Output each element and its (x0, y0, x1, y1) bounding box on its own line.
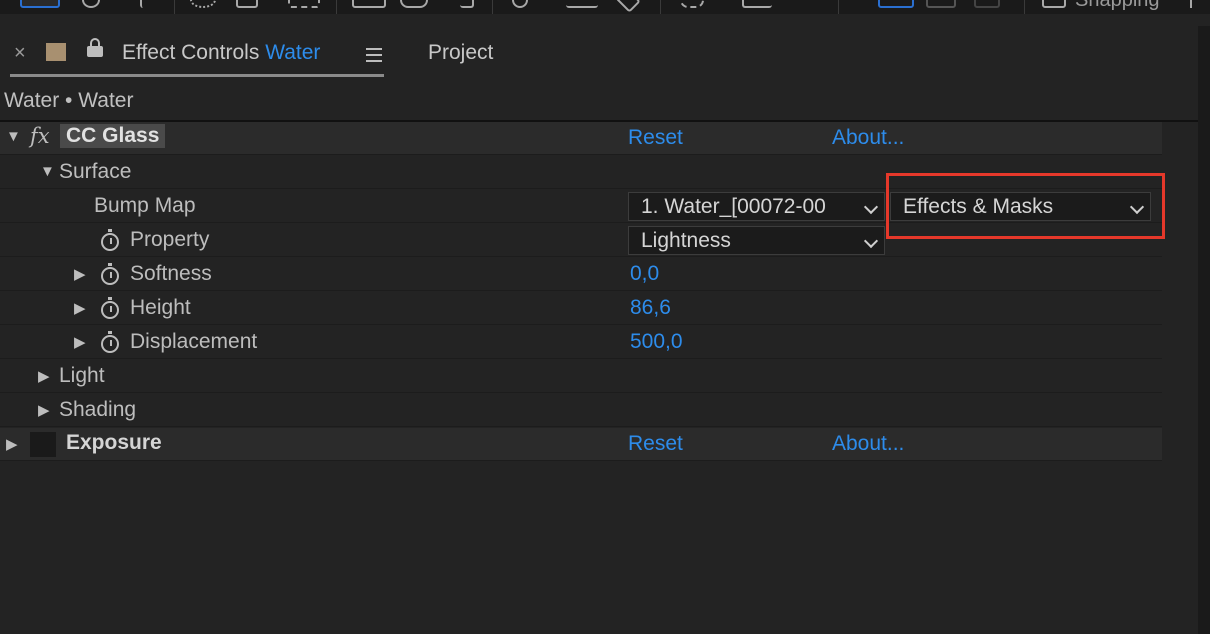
dropdown-value: 1. Water_[00072-00 (641, 195, 826, 218)
reset-link[interactable]: Reset (628, 432, 683, 456)
hamburger-menu-icon[interactable] (366, 48, 382, 62)
property-dropdown[interactable]: Lightness (628, 226, 885, 255)
disclosure-triangle-icon[interactable]: ▶ (38, 367, 50, 385)
annotation-highlight-box (886, 173, 1165, 239)
panel-edge (1198, 26, 1210, 634)
tab-effect-controls[interactable]: Effect Controls Water (122, 41, 320, 65)
hand-tool-icon[interactable] (82, 0, 100, 8)
group-label: Surface (59, 160, 132, 183)
snapping-options-icon[interactable] (1190, 0, 1204, 8)
zoom-tool-icon[interactable] (140, 0, 154, 8)
effect-name[interactable]: CC Glass (60, 124, 166, 148)
rotate-tool-icon[interactable] (190, 0, 216, 8)
property-label: Displacement (130, 330, 258, 353)
effect-name[interactable]: Exposure (66, 431, 162, 455)
tab-effect-controls-layer: Water (265, 41, 321, 64)
active-tab-indicator (10, 74, 384, 77)
about-link[interactable]: About... (832, 432, 904, 456)
snapping-checkbox[interactable] (1042, 0, 1066, 8)
property-label: Height (130, 296, 191, 319)
effect-row-exposure[interactable]: ▶ Exposure Reset About... (0, 428, 1162, 461)
label-color-swatch[interactable] (46, 43, 66, 61)
camera-tool-icon[interactable] (236, 0, 258, 8)
property-label: Softness (130, 262, 212, 285)
snapping-label: Snapping (1075, 0, 1160, 11)
pan-behind-tool-icon[interactable] (288, 0, 320, 8)
stopwatch-icon[interactable] (101, 331, 119, 353)
fx-icon[interactable]: fx (30, 124, 50, 148)
disclosure-triangle-icon[interactable]: ▶ (74, 265, 86, 283)
panel-tab-bar: × Effect Controls Water Project (0, 26, 1198, 78)
tab-project[interactable]: Project (428, 41, 493, 65)
roto-brush-tool-icon[interactable] (680, 0, 704, 8)
clone-stamp-tool-icon[interactable] (566, 0, 598, 8)
property-row-height: ▶ Height 86,6 (0, 292, 1162, 325)
effect-toggle-icon[interactable] (30, 432, 56, 457)
stopwatch-icon[interactable] (101, 263, 119, 285)
height-value[interactable]: 86,6 (630, 296, 671, 320)
lock-icon[interactable] (87, 38, 103, 58)
local-axis-icon[interactable] (878, 0, 914, 8)
reset-link[interactable]: Reset (628, 126, 683, 150)
dropdown-value: Lightness (641, 229, 731, 252)
about-link[interactable]: About... (832, 126, 904, 150)
stopwatch-icon[interactable] (101, 229, 119, 251)
top-toolbar: Snapping (0, 0, 1210, 14)
group-label: Shading (59, 398, 137, 421)
world-axis-icon[interactable] (926, 0, 956, 8)
property-label: Bump Map (94, 194, 196, 217)
property-row-displacement: ▶ Displacement 500,0 (0, 326, 1162, 359)
disclosure-triangle-icon[interactable]: ▶ (38, 401, 50, 419)
eraser-tool-icon[interactable] (615, 0, 641, 13)
disclosure-triangle-icon[interactable]: ▶ (74, 333, 86, 351)
property-row-softness: ▶ Softness 0,0 (0, 258, 1162, 291)
breadcrumb: Water • Water (4, 89, 134, 112)
disclosure-triangle-icon[interactable]: ▶ (6, 435, 18, 453)
effect-row-cc-glass[interactable]: ▼ fx CC Glass Reset About... (0, 122, 1162, 155)
close-tab-icon[interactable]: × (14, 42, 26, 65)
group-row-light[interactable]: ▶ Light (0, 360, 1162, 393)
disclosure-triangle-icon[interactable]: ▶ (74, 299, 86, 317)
group-row-shading[interactable]: ▶ Shading (0, 394, 1162, 427)
pen-tool-icon[interactable] (400, 0, 428, 8)
type-tool-icon[interactable] (460, 0, 474, 8)
group-label: Light (59, 364, 105, 387)
scrollbar-track[interactable] (1162, 122, 1198, 634)
displacement-value[interactable]: 500,0 (630, 330, 683, 354)
brush-tool-icon[interactable] (512, 0, 528, 8)
puppet-tool-icon[interactable] (742, 0, 772, 8)
selection-tool-icon[interactable] (20, 0, 60, 8)
rectangle-tool-icon[interactable] (352, 0, 386, 8)
softness-value[interactable]: 0,0 (630, 262, 659, 286)
chevron-down-icon (863, 233, 879, 249)
disclosure-triangle-icon[interactable]: ▼ (40, 163, 55, 180)
view-axis-icon[interactable] (974, 0, 1000, 8)
bump-map-layer-dropdown[interactable]: 1. Water_[00072-00 (628, 192, 885, 221)
stopwatch-icon[interactable] (101, 297, 119, 319)
disclosure-triangle-icon[interactable]: ▼ (6, 128, 21, 145)
property-label: Property (130, 228, 210, 251)
chevron-down-icon (863, 199, 879, 215)
tab-effect-controls-label: Effect Controls (122, 41, 260, 64)
